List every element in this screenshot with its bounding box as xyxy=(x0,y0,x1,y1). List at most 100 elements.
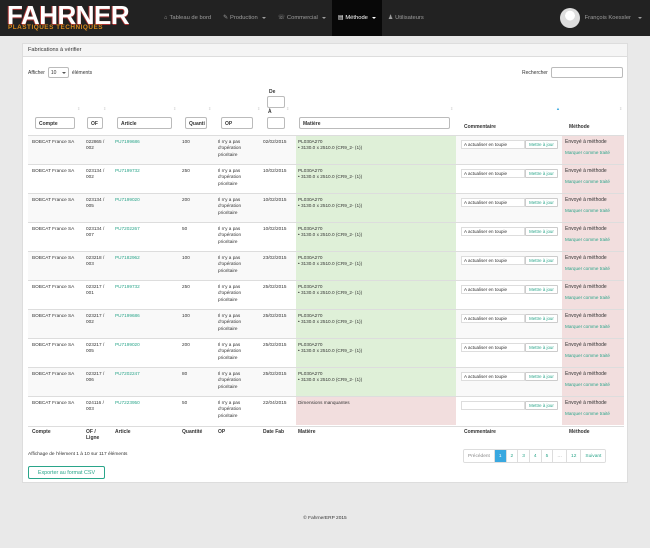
nav-item-1[interactable]: ✎ Production xyxy=(217,0,272,36)
sort-icon[interactable]: ⇕ xyxy=(77,106,80,111)
comment-input[interactable]: A actualiser en toupie xyxy=(461,285,525,294)
row-article[interactable]: PU7182962 xyxy=(115,255,175,261)
row-article[interactable]: PU7202267 xyxy=(115,226,175,232)
nav-item-4[interactable]: ♟ Utilisateurs xyxy=(382,0,430,36)
mark-done-link[interactable]: Marquer comme traité xyxy=(565,411,621,416)
status-text: Envoyé à méthode xyxy=(565,168,607,174)
row-op: Il n'y a pas d'opération prioritaire xyxy=(218,255,242,273)
pagination-page[interactable]: 4 xyxy=(528,450,541,462)
row-matiere: PL030A270 • 3130.0 x 2510.0 (CR9_2- (1)) xyxy=(296,165,456,193)
mark-done-link[interactable]: Marquer comme traité xyxy=(565,295,621,300)
row-matiere: PL030A270 • 3130.0 x 2510.0 (CR9_2- (1)) xyxy=(296,136,456,164)
comment-input[interactable]: A actualiser en toupie xyxy=(461,343,525,352)
mark-done-link[interactable]: Marquer comme traité xyxy=(565,324,621,329)
row-article[interactable]: PU7199686 xyxy=(115,139,175,145)
status-text: Envoyé à méthode xyxy=(565,139,607,145)
filter-of[interactable]: OF xyxy=(87,117,103,129)
nav-item-label: Commercial xyxy=(286,15,318,21)
update-comment-button[interactable]: Mettre à jour xyxy=(525,169,558,178)
row-article[interactable]: PU7199020 xyxy=(115,197,175,203)
pagination-page[interactable]: 5 xyxy=(540,450,553,462)
status-text: Envoyé à méthode xyxy=(565,400,607,406)
avatar xyxy=(559,8,580,28)
row-article[interactable]: PU7199732 xyxy=(115,168,175,174)
sort-icon[interactable]: ⇕ xyxy=(103,106,106,111)
pagination-page[interactable]: 2 xyxy=(505,450,518,462)
mark-done-link[interactable]: Marquer comme traité xyxy=(565,266,621,271)
nav-item-2[interactable]: ☏ Commercial xyxy=(272,0,332,36)
comment-input[interactable]: A actualiser en toupie xyxy=(461,198,525,207)
table-row: BOBCAT France SA 023217 / 006 PU7202247 80 I… xyxy=(28,367,624,396)
pagination-prev[interactable]: Précédent xyxy=(464,450,494,462)
mark-done-link[interactable]: Marquer comme traité xyxy=(565,353,621,358)
comment-input[interactable]: A actualiser en toupie xyxy=(461,227,525,236)
sort-icon[interactable]: ⇕ xyxy=(208,106,211,111)
mark-done-link[interactable]: Marquer comme traité xyxy=(565,382,621,387)
row-quantite: 250 xyxy=(182,284,190,289)
sort-icon[interactable]: ⇕ xyxy=(286,106,289,111)
status-text: Envoyé à méthode xyxy=(565,284,607,290)
row-compte: BOBCAT France SA xyxy=(32,371,75,376)
comment-input[interactable] xyxy=(461,401,525,410)
row-article[interactable]: PU7199732 xyxy=(115,284,175,290)
filter-quantite[interactable]: Quanti xyxy=(185,117,207,129)
update-comment-button[interactable]: Mettre à jour xyxy=(525,140,558,149)
filter-date-to[interactable] xyxy=(267,117,285,129)
filter-date-from[interactable] xyxy=(267,96,285,108)
pagination-page[interactable]: 3 xyxy=(517,450,529,462)
mark-done-link[interactable]: Marquer comme traité xyxy=(565,237,621,242)
filter-op[interactable]: OP xyxy=(221,117,253,129)
comment-input[interactable]: A actualiser en toupie xyxy=(461,256,525,265)
row-article[interactable]: PU7223950 xyxy=(115,400,175,406)
sort-icon[interactable]: ⇕ xyxy=(450,106,453,111)
sort-asc-icon[interactable]: ▲ xyxy=(556,106,560,111)
pagination-page[interactable]: 1 xyxy=(493,450,506,462)
row-commentaire: Mettre à jour xyxy=(458,397,562,425)
update-comment-button[interactable]: Mettre à jour xyxy=(525,401,558,410)
mark-done-link[interactable]: Marquer comme traité xyxy=(565,208,621,213)
row-article[interactable]: PU7199686 xyxy=(115,313,175,319)
pagination-next[interactable]: Suivant xyxy=(580,450,606,462)
filter-compte[interactable]: Compte xyxy=(35,117,75,129)
chevron-down-icon xyxy=(261,17,266,19)
update-comment-button[interactable]: Mettre à jour xyxy=(525,227,558,236)
user-menu[interactable]: François Koessler xyxy=(559,0,642,36)
pagination-page[interactable]: … xyxy=(552,450,567,462)
footer-commentaire: Commentaire xyxy=(464,429,496,435)
mark-done-link[interactable]: Marquer comme traité xyxy=(565,179,621,184)
row-article[interactable]: PU7202247 xyxy=(115,371,175,377)
pagination-page[interactable]: 12 xyxy=(566,450,581,462)
update-comment-button[interactable]: Mettre à jour xyxy=(525,314,558,323)
update-comment-button[interactable]: Mettre à jour xyxy=(525,372,558,381)
length-control: Afficher 10 éléments xyxy=(28,67,92,78)
comment-input[interactable]: A actualiser en toupie xyxy=(461,169,525,178)
sort-icon[interactable]: ⇕ xyxy=(173,106,176,111)
row-compte: BOBCAT France SA xyxy=(32,197,75,202)
row-compte: BOBCAT France SA xyxy=(32,226,75,231)
header-commentaire[interactable]: Commentaire xyxy=(464,124,496,130)
nav-item-0[interactable]: ⌂ Tableau de bord xyxy=(158,0,217,36)
comment-input[interactable]: A actualiser en toupie xyxy=(461,314,525,323)
search-input[interactable] xyxy=(550,67,623,78)
row-of: 023134 / 007 xyxy=(86,226,105,238)
filter-article[interactable]: Article xyxy=(117,117,172,129)
nav-item-3[interactable]: ▤ Méthode xyxy=(331,0,382,36)
mark-done-link[interactable]: Marquer comme traité xyxy=(565,150,621,155)
length-select[interactable]: 10 xyxy=(47,67,69,78)
update-comment-button[interactable]: Mettre à jour xyxy=(525,285,558,294)
comment-input[interactable]: A actualiser en toupie xyxy=(461,140,525,149)
header-methode[interactable]: Méthode xyxy=(569,124,590,130)
row-article[interactable]: PU7199020 xyxy=(115,342,175,348)
sort-icon[interactable]: ⇕ xyxy=(619,106,622,111)
export-csv-button[interactable]: Exporter au format CSV xyxy=(28,466,105,479)
comment-input[interactable]: A actualiser en toupie xyxy=(461,372,525,381)
sort-icon[interactable]: ⇕ xyxy=(257,106,260,111)
filter-matiere[interactable]: Matière xyxy=(299,117,450,129)
row-methode: Envoyé à méthode Marquer comme traité xyxy=(562,339,624,367)
update-comment-button[interactable]: Mettre à jour xyxy=(525,256,558,265)
update-comment-button[interactable]: Mettre à jour xyxy=(525,198,558,207)
row-date: 10/02/2015 xyxy=(263,168,287,173)
chevron-down-icon xyxy=(61,71,66,74)
brand-logo[interactable]: FAHRNER PLASTIQUES TECHNIQUES xyxy=(7,2,147,32)
update-comment-button[interactable]: Mettre à jour xyxy=(525,343,558,352)
